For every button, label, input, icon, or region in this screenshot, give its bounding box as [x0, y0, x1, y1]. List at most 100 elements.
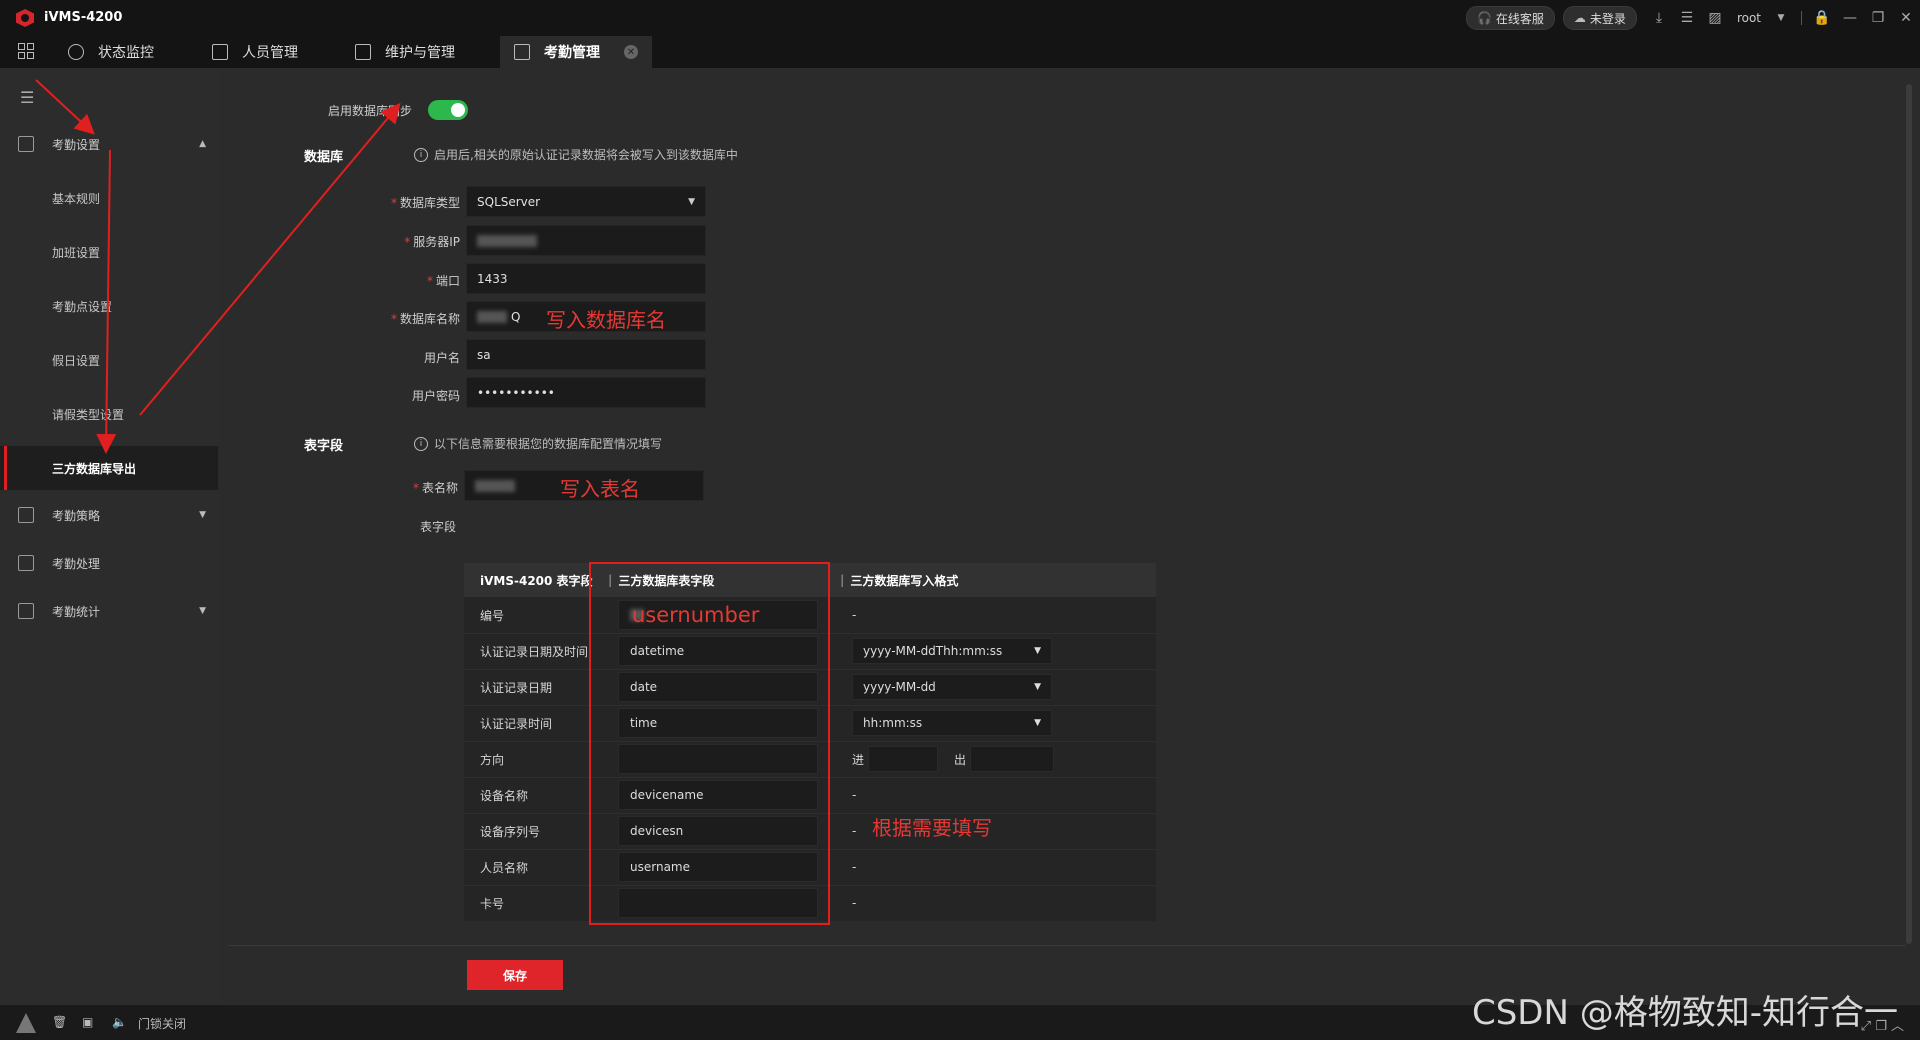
- db-name-label: 数据库名称: [360, 310, 460, 327]
- annotation-table-name: 写入表名: [560, 477, 640, 501]
- db-type-select[interactable]: SQLServer ▼: [466, 186, 706, 217]
- redacted-value: [477, 310, 507, 323]
- caret-down-icon: ▼: [199, 606, 206, 616]
- close-icon[interactable]: ✕: [1895, 7, 1917, 29]
- sidebar-group-attendance-settings[interactable]: 考勤设置 ▲: [0, 124, 218, 164]
- check-calendar-icon: [18, 555, 34, 571]
- sidebar-item-third-party-db-export[interactable]: 三方数据库导出: [0, 446, 218, 490]
- field-name: 设备序列号: [480, 824, 541, 839]
- format-select[interactable]: hh:mm:ss ▼: [852, 710, 1052, 736]
- title-bar: iVMS-4200 🎧 在线客服 ☁ 未登录 ⤓ ☰ ▨ root ▼ 🔒 — ❐ …: [0, 0, 1920, 36]
- info-icon: i: [414, 147, 428, 162]
- sidebar-item-overtime[interactable]: 加班设置: [0, 230, 218, 274]
- server-ip-field[interactable]: [466, 225, 706, 256]
- download-icon[interactable]: ⤓: [1648, 7, 1670, 29]
- db-field-input[interactable]: date: [618, 672, 818, 702]
- username-field[interactable]: sa: [466, 339, 706, 370]
- format-value: -: [852, 896, 857, 910]
- db-field-input[interactable]: datetime: [618, 636, 818, 666]
- online-service-button[interactable]: 🎧 在线客服: [1465, 6, 1555, 30]
- format-select[interactable]: yyyy-MM-dd ▼: [852, 674, 1052, 700]
- door-status: 门锁关闭: [138, 1017, 187, 1031]
- sidebar-item-checkpoint[interactable]: 考勤点设置: [0, 284, 218, 328]
- port-field[interactable]: 1433: [466, 263, 706, 294]
- save-button[interactable]: 保存: [467, 960, 563, 990]
- username-label: 用户名: [423, 351, 460, 365]
- sidebar-item-holiday[interactable]: 假日设置: [0, 338, 218, 382]
- login-status-button[interactable]: ☁ 未登录: [1562, 6, 1637, 30]
- table-row: 认证记录时间 time hh:mm:ss ▼: [464, 705, 1156, 742]
- db-field-input[interactable]: [618, 888, 818, 918]
- tab-personnel[interactable]: 人员管理: [212, 36, 298, 68]
- table-row: 认证记录日期及时间 datetime yyyy-MM-ddThh:mm:ss ▼: [464, 633, 1156, 670]
- field-name: 认证记录时间: [480, 716, 553, 731]
- db-field-input[interactable]: time: [618, 708, 818, 738]
- table-row: 编号 -: [464, 597, 1156, 634]
- db-field-input[interactable]: username: [618, 852, 818, 882]
- sidebar-group-attendance-statistics[interactable]: 考勤统计 ▼: [0, 591, 218, 631]
- format-select[interactable]: yyyy-MM-ddThh:mm:ss ▼: [852, 638, 1052, 664]
- speaker-mute-icon[interactable]: 🔈: [112, 1015, 127, 1029]
- trash-icon[interactable]: 🗑: [52, 1015, 67, 1029]
- sidebar-group-attendance-processing[interactable]: 考勤处理: [0, 543, 218, 583]
- sidebar: ☰ 考勤设置 ▲ 基本规则 加班设置 考勤点设置 假日设置 请假类型设置 三方数据…: [0, 68, 218, 1005]
- tab-attendance[interactable]: 考勤管理 ✕: [500, 36, 652, 70]
- sidebar-item-basic-rules[interactable]: 基本规则: [0, 176, 218, 220]
- table-row: 设备序列号 devicesn -: [464, 813, 1156, 850]
- field-hint: i 以下信息需要根据您的数据库配置情况填写: [414, 435, 662, 452]
- menu-toggle-icon[interactable]: ☰: [20, 88, 34, 107]
- list-icon[interactable]: ☰: [1676, 7, 1698, 29]
- close-tab-icon[interactable]: ✕: [624, 45, 638, 59]
- scrollbar[interactable]: [1906, 84, 1912, 944]
- tab-maintenance[interactable]: 维护与管理: [355, 36, 455, 68]
- chevron-down-icon: ▼: [1034, 682, 1041, 692]
- db-section-title: 数据库: [304, 150, 344, 165]
- field-name: 认证记录日期及时间: [480, 644, 589, 659]
- restore-icon[interactable]: ❐: [1867, 7, 1889, 29]
- db-field-input[interactable]: devicesn: [618, 816, 818, 846]
- sidebar-group-attendance-policy[interactable]: 考勤策略 ▼: [0, 495, 218, 535]
- user-menu[interactable]: root: [1737, 11, 1761, 25]
- field-name: 卡号: [480, 896, 505, 911]
- caret-down-icon: ▼: [199, 510, 206, 520]
- db-field-input[interactable]: devicename: [618, 780, 818, 810]
- direction-out-label: 出: [954, 752, 967, 767]
- app-logo: [16, 9, 34, 27]
- direction-in-input[interactable]: [868, 746, 938, 772]
- headset-icon: 🎧: [1476, 11, 1492, 25]
- format-value: -: [852, 608, 857, 622]
- header-ivms-field: iVMS-4200 表字段: [480, 573, 593, 588]
- info-icon: i: [414, 436, 428, 451]
- chart-icon[interactable]: ▨: [1704, 7, 1726, 29]
- db-field-input[interactable]: [618, 744, 818, 774]
- field-section-title: 表字段: [304, 439, 344, 454]
- calendar-icon: [18, 507, 34, 523]
- calendar-icon: [514, 44, 530, 60]
- header-write-format: | 三方数据库写入格式: [840, 573, 959, 588]
- field-name: 设备名称: [480, 788, 529, 803]
- db-hint: i 启用后,相关的原始认证记录数据将会被写入到该数据库中: [414, 146, 738, 163]
- sidebar-item-leave-type[interactable]: 请假类型设置: [0, 392, 218, 436]
- annotation-fields: 根据需要填写: [872, 816, 992, 840]
- server-ip-label: 服务器IP: [360, 233, 460, 250]
- tab-status-monitor[interactable]: 状态监控: [68, 36, 154, 68]
- grid-menu-icon[interactable]: [18, 43, 34, 59]
- person-icon: [212, 44, 228, 60]
- chevron-down-icon[interactable]: ▼: [1770, 7, 1792, 29]
- header-db-field: | 三方数据库表字段: [608, 573, 715, 588]
- direction-in-label: 进: [852, 752, 865, 767]
- direction-out-input[interactable]: [970, 746, 1054, 772]
- chevron-down-icon: ▼: [688, 196, 695, 207]
- password-field[interactable]: •••••••••••: [466, 377, 706, 408]
- minimize-icon[interactable]: —: [1839, 7, 1861, 29]
- lock-icon[interactable]: 🔒: [1811, 7, 1833, 29]
- titlebar-controls: 🎧 在线客服 ☁ 未登录 ⤓ ☰ ▨ root ▼ 🔒 — ❐ ✕: [1465, 6, 1920, 30]
- table-header: iVMS-4200 表字段 | 三方数据库表字段 | 三方数据库写入格式: [464, 563, 1156, 597]
- enable-sync-toggle[interactable]: [428, 100, 468, 120]
- warning-icon[interactable]: [16, 1013, 36, 1033]
- field-mapping-table: iVMS-4200 表字段 | 三方数据库表字段 | 三方数据库写入格式 编号 - …: [464, 563, 1156, 921]
- table-name-label: 表名称: [360, 479, 458, 496]
- image-icon[interactable]: ▣: [82, 1015, 93, 1029]
- field-name: 编号: [480, 608, 505, 623]
- format-value: -: [852, 860, 857, 874]
